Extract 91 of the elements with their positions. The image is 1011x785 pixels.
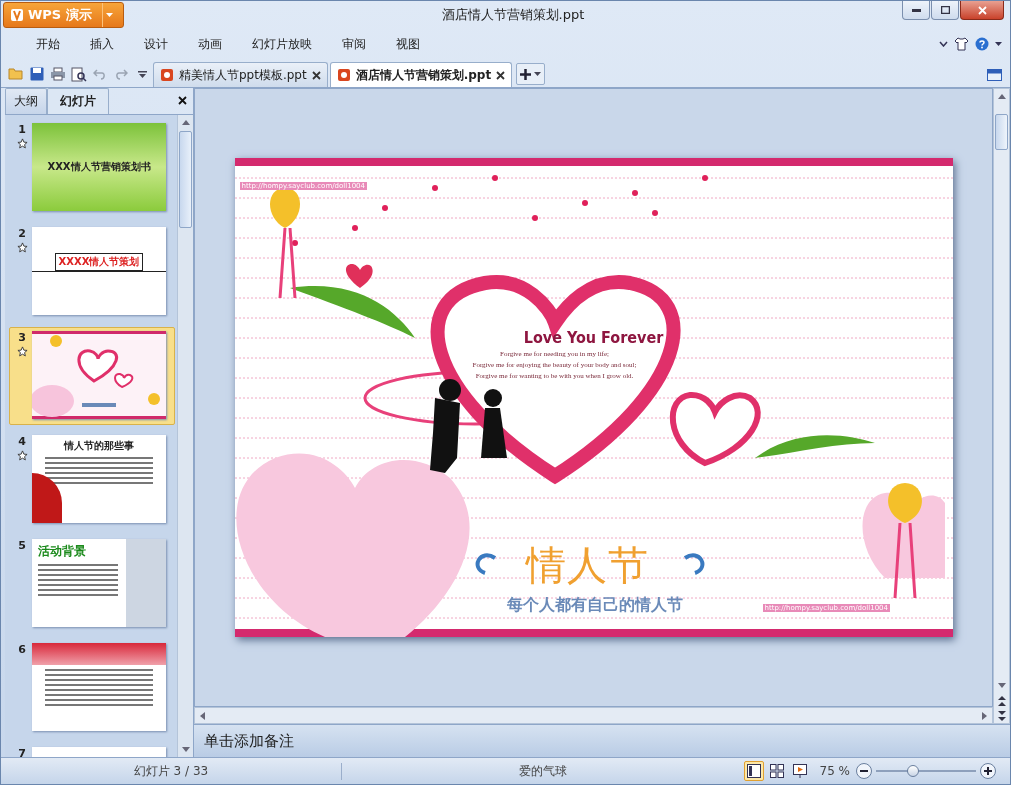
document-tab[interactable]: 酒店情人节营销策划.ppt [329,62,513,87]
scroll-down-icon[interactable] [997,683,1006,688]
slide-number: 6 [18,643,26,656]
menu-item[interactable]: 视图 [381,35,435,53]
help-icon[interactable] [975,37,989,51]
thumbnail-title: 情人节的那些事 [64,439,134,453]
zoom-in-button[interactable] [980,763,996,779]
zoom-out-button[interactable] [856,763,872,779]
panel-tab[interactable]: 大纲 [5,88,47,114]
minus-icon [860,770,868,772]
thumbnail-title: XXXX情人节策划 [54,253,144,271]
slide-thumbnail[interactable]: 活动背景 [32,539,166,627]
panel-tab[interactable]: 幻灯片 [47,88,109,114]
slide-title: 情人节 [524,541,650,590]
zoom-slider-thumb[interactable] [907,765,919,777]
slide-list-item[interactable]: 6 [9,639,175,737]
close-icon[interactable] [178,96,187,105]
scroll-up-icon[interactable] [997,94,1006,99]
document-icon [336,68,351,82]
slide-number: 3 [18,331,26,344]
thumbnail-title: XXX情人节营销策划书 [47,160,151,174]
slideshow-icon [792,764,807,778]
view-button[interactable] [743,761,764,781]
notes-field[interactable]: 单击添加备注 [194,724,1010,757]
customize-caret-icon[interactable] [137,70,147,78]
app-logo-icon [10,8,24,22]
slide-list-item[interactable]: 3 [9,327,175,425]
slide-number: 2 [18,227,26,240]
thumbnail-title: 活动背景 [38,543,86,560]
menu-item[interactable]: 插入 [75,35,129,53]
save-icon[interactable] [30,67,44,81]
zoom-value: 75 % [819,764,850,778]
scroll-down-icon[interactable] [181,747,190,752]
menu-item[interactable]: 设计 [129,35,183,53]
close-button[interactable] [960,1,1004,20]
scroll-right-icon[interactable] [982,711,987,720]
star-icon [16,242,28,253]
caret-icon[interactable] [995,42,1002,46]
plus-icon [520,68,532,80]
caret-icon [106,13,114,17]
window-title: 酒店情人节营销策划.ppt [440,6,586,24]
minimize-icon [911,8,921,12]
slide-number: 7 [18,747,26,757]
slide-thumbnail[interactable]: XXX情人节营销策划书 [32,123,166,211]
plus-icon [984,767,992,775]
slide-counter: 幻灯片 3 / 33 [1,762,342,780]
slide-thumbnail[interactable]: 情人节的那些事 [32,435,166,523]
new-tab-button[interactable] [516,63,546,85]
close-icon[interactable] [496,70,506,80]
slide-list-item[interactable]: 5 活动背景 [9,535,175,633]
slide-subtitle: 每个人都有自己的情人节 [505,595,684,616]
ribbon-toggle-icon[interactable] [987,69,1002,81]
minimize-button[interactable] [902,1,930,20]
menu-item[interactable]: 动画 [183,35,237,53]
slide-list-item[interactable]: 4 情人节的那些事 [9,431,175,529]
star-icon [16,138,28,149]
scrollbar-thumb[interactable] [995,114,1008,150]
slide-number: 1 [18,123,26,136]
slide-heading: Love You Forever [522,328,665,347]
scroll-left-icon[interactable] [200,711,205,720]
star-icon [16,450,28,461]
previous-slide-icon[interactable] [997,695,1006,706]
slide-list-item[interactable]: 1 XXX情人节营销策划书 [9,119,175,217]
slide-thumbnail[interactable] [32,643,166,731]
maximize-icon [940,6,950,14]
maximize-button[interactable] [931,1,959,20]
shirt-icon[interactable] [954,37,969,51]
rose-picture [32,473,62,523]
document-icon [160,68,174,82]
close-icon[interactable] [311,70,321,80]
print-preview-icon[interactable] [71,66,87,82]
menu-item[interactable]: 开始 [21,35,75,53]
document-tab[interactable]: 精美情人节ppt模板.ppt [153,62,328,87]
slide-list-item[interactable]: 2 XXXX情人节策划 [9,223,175,321]
slide-list-item[interactable]: 7 [9,743,175,757]
star-icon [16,346,28,357]
chevron-down-icon[interactable] [939,41,948,47]
scrollbar-thumb[interactable] [179,131,192,228]
scroll-up-icon[interactable] [181,120,190,125]
grid-view-icon [769,764,784,778]
print-icon[interactable] [50,67,66,81]
slide-thumbnail[interactable] [32,331,166,419]
slide-number: 4 [18,435,26,448]
caret-icon [534,72,542,76]
slide-number: 5 [18,539,26,552]
theme-name: 爱的气球 [517,762,568,780]
next-slide-icon[interactable] [997,710,1006,721]
slide-thumbnail[interactable]: XXXX情人节策划 [32,227,166,315]
normal-view-icon [746,764,761,778]
menu-item[interactable]: 审阅 [327,35,381,53]
menu-item[interactable]: 幻灯片放映 [237,35,327,53]
